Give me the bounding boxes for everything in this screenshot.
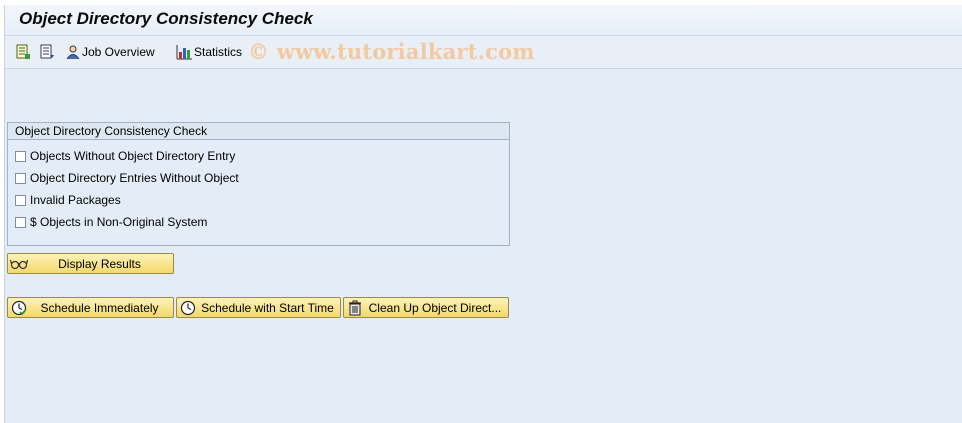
main-window: Object Directory Consistency Check Job O… (4, 5, 962, 423)
trash-icon (346, 300, 364, 316)
bar-chart-icon (176, 45, 192, 60)
checkbox[interactable] (15, 172, 26, 184)
option-label: Objects Without Object Directory Entry (30, 149, 236, 163)
option-entries-without-object[interactable]: Object Directory Entries Without Object (15, 170, 239, 186)
title-bar: Object Directory Consistency Check (5, 5, 962, 36)
document-icon (40, 44, 54, 59)
option-label: Object Directory Entries Without Object (30, 171, 239, 185)
option-objects-without-entry[interactable]: Objects Without Object Directory Entry (15, 148, 235, 164)
document-list-icon (16, 44, 30, 59)
checkbox[interactable] (15, 150, 26, 162)
checkbox[interactable] (15, 216, 26, 228)
job-overview-label: Job Overview (82, 45, 155, 59)
job-overview-button[interactable]: Job Overview (64, 43, 155, 61)
watermark: © www.tutorialkart.com (248, 39, 535, 64)
schedule-with-start-time-button[interactable]: Schedule with Start Time (176, 297, 341, 318)
schedule-immediately-button[interactable]: Schedule Immediately (7, 297, 174, 318)
display-results-button[interactable]: Display Results (7, 253, 174, 274)
display-results-label: Display Results (58, 256, 141, 271)
statistics-button[interactable]: Statistics (176, 43, 242, 61)
statistics-label: Statistics (194, 45, 243, 59)
group-title: Object Directory Consistency Check (8, 123, 509, 140)
clean-up-object-directory-button[interactable]: Clean Up Object Direct... (343, 297, 509, 318)
option-dollar-objects[interactable]: $ Objects in Non-Original System (15, 214, 207, 230)
clock-check-icon (10, 300, 28, 316)
checkbox[interactable] (15, 194, 26, 206)
page-title: Object Directory Consistency Check (19, 9, 313, 28)
option-label: $ Objects in Non-Original System (30, 215, 208, 229)
execute-variant-button[interactable] (15, 43, 31, 61)
variant-list-button[interactable] (39, 43, 55, 61)
glasses-icon (10, 256, 28, 272)
clock-icon (179, 300, 197, 316)
option-label: Invalid Packages (30, 193, 121, 207)
clean-up-label: Clean Up Object Direct... (368, 300, 502, 315)
person-icon (66, 45, 80, 60)
option-invalid-packages[interactable]: Invalid Packages (15, 192, 121, 208)
schedule-with-start-time-label: Schedule with Start Time (201, 300, 334, 315)
schedule-immediately-label: Schedule Immediately (40, 300, 159, 315)
application-toolbar: Job Overview Statistics © www.tutorialka… (5, 36, 962, 69)
consistency-check-group: Object Directory Consistency Check Objec… (7, 122, 510, 246)
